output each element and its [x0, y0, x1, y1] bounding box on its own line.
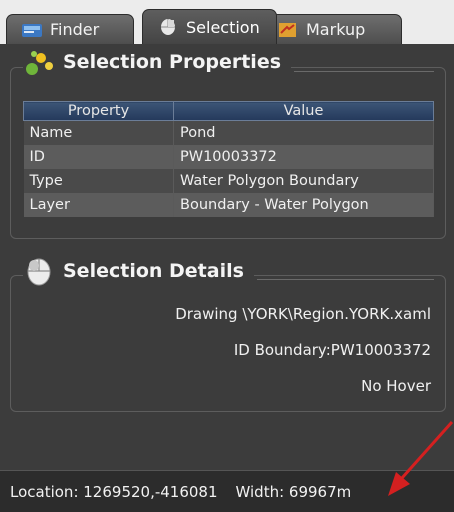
tab-selection-label: Selection — [186, 17, 260, 37]
property-cell: ID — [23, 144, 174, 169]
finder-icon — [22, 23, 42, 37]
selection-properties-header: Selection Properties — [23, 47, 292, 77]
property-cell: Type — [23, 168, 174, 193]
annotation-arrow-icon — [388, 421, 454, 496]
location-readout: Location: 1269520,-416081 — [10, 482, 218, 501]
group-divider — [294, 71, 434, 72]
value-cell: Boundary - Water Polygon — [173, 192, 434, 217]
properties-table: Property Value Name Pond ID PW10003372 T… — [23, 101, 434, 217]
table-row[interactable]: Name Pond — [23, 120, 434, 145]
width-readout: Width: 69967m — [235, 482, 352, 501]
table-header-row: Property Value — [23, 101, 434, 121]
tab-markup[interactable]: Markup — [262, 14, 402, 44]
mouse-icon — [27, 258, 51, 286]
selection-panel: Selection Properties Property Value Name… — [0, 44, 454, 470]
tab-bar: Finder Markup Selection — [0, 0, 454, 44]
value-cell: Pond — [173, 120, 434, 145]
table-row[interactable]: Layer Boundary - Water Polygon — [23, 192, 434, 217]
tab-markup-label: Markup — [306, 20, 366, 39]
value-cell: PW10003372 — [173, 144, 434, 169]
drawing-path: Drawing \YORK\Region.YORK.xaml — [175, 305, 431, 323]
selection-properties-group: Selection Properties Property Value Name… — [10, 47, 446, 239]
value-cell: Water Polygon Boundary — [173, 168, 434, 193]
selection-details-header: Selection Details — [23, 255, 254, 287]
table-row[interactable]: ID PW10003372 — [23, 144, 434, 169]
column-header-value[interactable]: Value — [173, 101, 434, 121]
selection-details-title: Selection Details — [63, 260, 244, 282]
tab-selection[interactable]: Selection — [142, 9, 277, 44]
column-header-property[interactable]: Property — [23, 101, 174, 121]
markup-icon — [279, 22, 296, 37]
table-row[interactable]: Type Water Polygon Boundary — [23, 168, 434, 193]
group-divider — [257, 279, 434, 280]
tab-finder[interactable]: Finder — [6, 14, 134, 44]
hover-status: No Hover — [361, 377, 431, 395]
selection-properties-title: Selection Properties — [63, 51, 282, 73]
boundary-id: ID Boundary:PW10003372 — [233, 341, 431, 359]
properties-icon — [26, 51, 53, 75]
tab-finder-label: Finder — [50, 20, 100, 39]
selection-details-group: Selection Details Drawing \YORK\Region.Y… — [10, 255, 446, 412]
property-cell: Layer — [23, 192, 174, 217]
property-cell: Name — [23, 120, 174, 145]
cursor-icon — [161, 19, 175, 35]
